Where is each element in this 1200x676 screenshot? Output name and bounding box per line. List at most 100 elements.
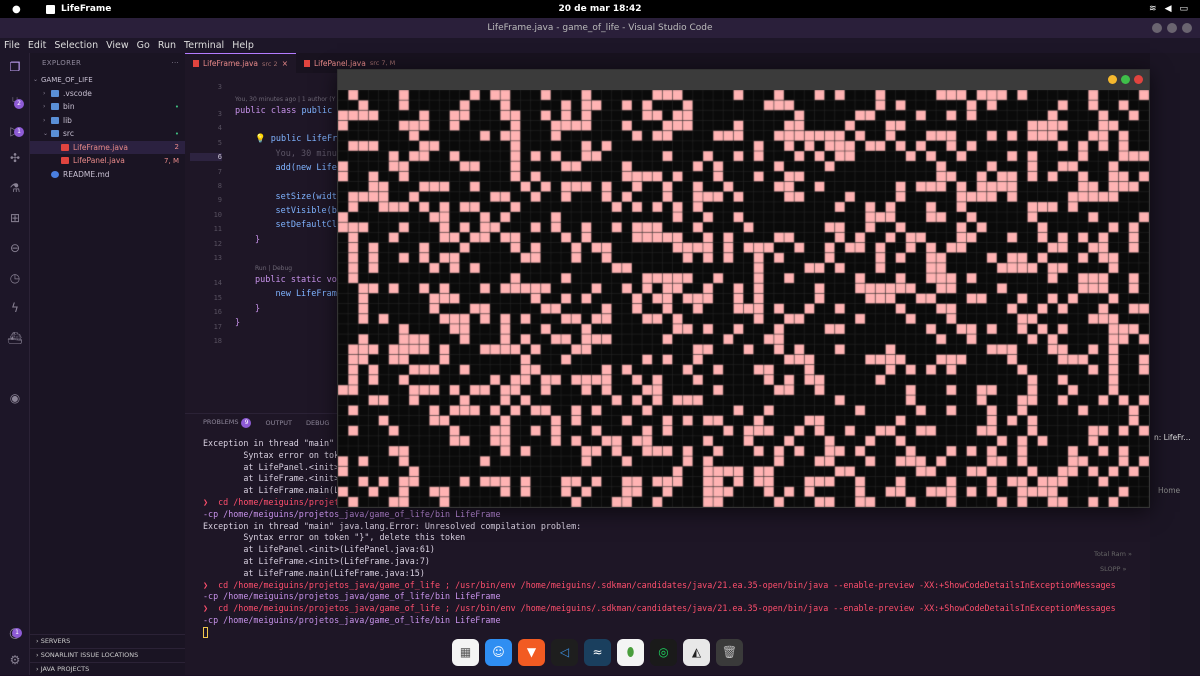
mysql-workbench-icon[interactable]: ≈ [584, 638, 611, 666]
total-ram-label: Total Ram » [1094, 550, 1132, 558]
line-number: 12 [213, 240, 222, 248]
file-tree-item[interactable]: README.md [30, 168, 185, 182]
git-blame-lens[interactable]: You, 30 minutes ago | 1 author (Y [235, 96, 335, 103]
explorer-more-button[interactable]: ··· [171, 53, 179, 73]
right-panel-title: n: LifeFr... [1154, 433, 1191, 442]
wifi-icon[interactable]: ≋ [1149, 4, 1157, 14]
code-line[interactable]: setSize(widt [255, 192, 336, 202]
system-tray[interactable]: ≋ ◀ ▭ [1149, 4, 1188, 14]
tab-meta: src 2 [261, 59, 278, 68]
project-root[interactable]: ⌄ GAME_OF_LIFE [30, 73, 185, 87]
gear-icon[interactable]: ⚙ [7, 652, 23, 668]
code-line[interactable]: public static vo [255, 275, 337, 285]
file-status: • [174, 129, 179, 138]
launchpad-icon[interactable]: ▦ [452, 638, 479, 666]
terminal-line: Exception in thread "main" java.lang.Err… [203, 520, 582, 531]
github-icon[interactable]: ◉ [7, 390, 23, 406]
code-line[interactable]: new LifeFram [255, 289, 336, 299]
lifeframe-window-controls [1108, 75, 1143, 84]
code-line[interactable]: setVisible(b [255, 206, 336, 216]
finder-icon[interactable]: ☺ [485, 638, 512, 666]
menu-selection[interactable]: Selection [54, 40, 98, 51]
chevron-down-icon: ⌄ [33, 76, 39, 84]
file-tree-label: LifePanel.java [73, 156, 125, 166]
chevron-right-icon: › [36, 637, 39, 645]
line-number: 13 [213, 254, 222, 262]
close-window-button[interactable] [1134, 75, 1143, 84]
tab-problems[interactable]: PROBLEMS 9 [203, 418, 252, 428]
activity-bar: ❐ ⑂ 2 ▷ 1 ✣ ⚗ ⊞ ⊖ ◷ ϟ ⛴ ◉ ☺ 1 ⚙ [0, 53, 30, 675]
spotify-icon[interactable]: ◎ [650, 638, 677, 666]
chevron-right-icon: › [36, 665, 39, 673]
line-number: 4 [217, 124, 222, 132]
file-tree-item[interactable]: › .vscode [30, 87, 185, 101]
file-tree-item[interactable]: › bin • [30, 100, 185, 114]
file-tree-item[interactable]: LifePanel.java 7, M [30, 154, 185, 168]
line-number: 6 [190, 153, 222, 161]
sonarlint-section[interactable]: › SONARLINT ISSUE LOCATIONS [30, 648, 185, 661]
file-tree-item[interactable]: LifeFrame.java 2 [30, 140, 185, 154]
servers-section[interactable]: › SERVERS [30, 634, 185, 647]
database-icon[interactable]: ⊞ [7, 210, 23, 226]
explorer-title: EXPLORER [42, 59, 82, 67]
code-line[interactable]: } [255, 304, 260, 314]
file-tree: › .vscode › bin • › lib ⌄ src • LifeFrame.java 2 Lif… [30, 87, 185, 182]
menu-edit[interactable]: Edit [28, 40, 46, 51]
tab-output[interactable]: OUTPUT [265, 419, 292, 427]
lifeframe-window[interactable] [337, 69, 1150, 508]
line-number: 3 [217, 110, 222, 118]
brave-icon[interactable]: ▼ [518, 638, 545, 666]
minimize-button[interactable] [1108, 75, 1117, 84]
mongodb-icon[interactable]: ⬮ [617, 638, 644, 666]
java-projects-section[interactable]: › JAVA PROJECTS [30, 662, 185, 675]
apple-menu-icon[interactable]: ● [12, 4, 26, 15]
terminal-line: Syntax error on token "}", delete this t… [203, 532, 466, 543]
run-debug-lens[interactable]: Run | Debug [255, 265, 292, 272]
volume-icon[interactable]: ◀ [1165, 4, 1172, 14]
minimize-button[interactable] [1152, 23, 1162, 33]
testing-icon[interactable]: ⚗ [7, 180, 23, 196]
code-line[interactable]: You, 30 minute [255, 149, 347, 159]
window-titlebar: LifeFrame.java - game_of_life - Visual S… [0, 18, 1200, 38]
tab-lifeframe[interactable]: LifeFrame.java src 2 × [185, 53, 296, 73]
game-of-life-grid[interactable] [338, 90, 1149, 507]
java-file-icon [61, 157, 69, 165]
tab-debug[interactable]: DEBUG [306, 419, 329, 427]
code-line[interactable]: add(new Life [255, 163, 336, 173]
code-line[interactable]: setDefaultCl [255, 220, 336, 230]
thunder-icon[interactable]: ϟ [7, 300, 23, 316]
docker-icon[interactable]: ⛴ [7, 330, 23, 346]
source-control-badge: 2 [14, 99, 24, 109]
menu-file[interactable]: File [4, 40, 20, 51]
extensions-icon[interactable]: ✣ [7, 150, 23, 166]
trash-icon[interactable]: 🗑 [716, 638, 743, 666]
active-app-menu[interactable]: LifeFrame [46, 4, 111, 14]
lightbulb-icon[interactable]: 💡 [255, 134, 266, 144]
code-line[interactable]: } [235, 318, 240, 328]
maximize-button[interactable] [1167, 23, 1177, 33]
file-tree-item[interactable]: › lib [30, 114, 185, 128]
menu-help[interactable]: Help [232, 40, 254, 51]
app-icon [46, 4, 55, 14]
menu-run[interactable]: Run [158, 40, 176, 51]
timeline-icon[interactable]: ◷ [7, 270, 23, 286]
vscode-icon[interactable]: ◁ [551, 638, 578, 666]
line-number: 3 [217, 83, 222, 91]
menu-view[interactable]: View [106, 40, 129, 51]
maximize-button[interactable] [1121, 75, 1130, 84]
battery-icon[interactable]: ▭ [1179, 4, 1188, 14]
close-icon[interactable]: × [282, 59, 288, 68]
tab-label: LifeFrame.java [203, 59, 258, 68]
code-line[interactable]: } [255, 235, 260, 245]
close-window-button[interactable] [1182, 23, 1192, 33]
menu-go[interactable]: Go [137, 40, 150, 51]
menu-terminal[interactable]: Terminal [184, 40, 224, 51]
inkscape-icon[interactable]: ◭ [683, 638, 710, 666]
right-panel-home[interactable]: Home [1158, 486, 1180, 495]
clock[interactable]: 20 de mar 18:42 [558, 4, 641, 14]
remote-icon[interactable]: ⊖ [7, 240, 23, 256]
file-tree-item[interactable]: ⌄ src • [30, 127, 185, 141]
accounts-badge: 1 [12, 628, 22, 638]
explorer-icon[interactable]: ❐ [7, 59, 23, 75]
lifeframe-titlebar[interactable] [338, 70, 1149, 90]
